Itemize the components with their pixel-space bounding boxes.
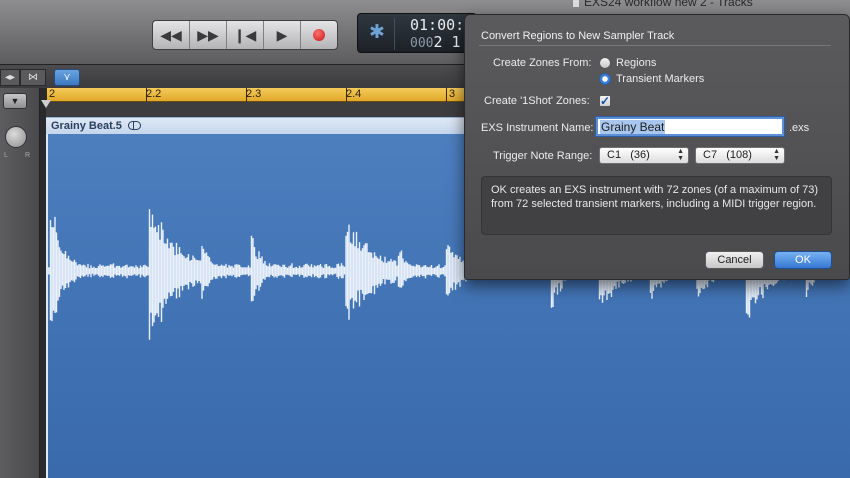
trigger-range-label: Trigger Note Range: [493,150,593,162]
ok-button[interactable]: OK [774,251,832,269]
transport-controls: ◀◀ ▶▶ ❙◀ ▶ [152,20,338,50]
radio-transient-markers[interactable] [599,73,611,85]
track-menu-button[interactable]: ▼ [3,93,27,109]
lcd-display[interactable]: ✱ 01:00:0 0002 1 [357,13,477,53]
flex-mode-button[interactable]: ⋎ [54,69,80,86]
ruler-label: 2.3 [246,88,262,100]
lcd-bars-value: 2 1 [433,33,461,51]
region-name-text: Grainy Beat.5 [51,120,122,132]
chevron-updown-icon: ▲ ▼ [773,148,780,162]
instrument-name-label: EXS Instrument Name: [481,122,594,134]
oneshot-label: Create '1Shot' Zones: [484,95,590,107]
info-text: OK creates an EXS instrument with 72 zon… [491,184,819,210]
create-zones-label: Create Zones From: [493,57,592,69]
fast-forward-icon: ▶▶ [197,26,219,43]
playhead-icon[interactable] [41,100,51,108]
trigger-high-value: C7 (108) [703,149,752,161]
lcd-bars-prefix: 000 [410,36,434,51]
dialog-divider [479,45,831,46]
pan-right-label: R [25,152,31,159]
instrument-extension: .exs [789,122,810,134]
go-to-start-button[interactable]: ❙◀ [227,21,264,49]
instrument-name-value: Grainy Beat [600,120,666,134]
info-box: OK creates an EXS instrument with 72 zon… [481,176,832,235]
document-icon [572,0,580,8]
flex-tool-button[interactable]: ⋈ [20,69,46,86]
cancel-button[interactable]: Cancel [705,251,764,269]
region-left-edge [46,134,48,478]
gear-icon[interactable]: ✱ [366,22,388,44]
ruler-label: 2.2 [146,88,162,100]
record-button[interactable] [301,21,337,49]
ruler-label: 2.4 [346,88,362,100]
radio-transient-markers-label[interactable]: Transient Markers [616,73,704,85]
trigger-high-popup[interactable]: C7 (108) ▲ ▼ [695,147,785,164]
catch-tool-button[interactable]: ◂▸ [0,69,20,86]
radio-regions[interactable] [599,57,611,69]
convert-regions-dialog: Convert Regions to New Sampler Track Cre… [464,14,850,280]
instrument-name-field[interactable]: Grainy Beat [596,117,784,136]
radio-regions-label[interactable]: Regions [616,57,656,69]
trigger-low-value: C1 (36) [607,149,650,161]
rewind-icon: ◀◀ [160,26,182,43]
region-name: Grainy Beat.5 [51,120,141,132]
play-button[interactable]: ▶ [264,21,301,49]
lcd-bars: 0002 1 [410,33,461,51]
window-title: EXS24 workflow new 2 - Tracks [572,0,753,9]
rewind-button[interactable]: ◀◀ [153,21,190,49]
record-icon [313,29,325,41]
lcd-divider [394,18,395,50]
go-to-start-icon: ❙◀ [233,26,257,43]
window-title-text: EXS24 workflow new 2 - Tracks [584,0,753,9]
pan-knob[interactable] [5,126,27,148]
track-header: ▼ L R [0,88,40,478]
chevron-updown-icon: ▲ ▼ [677,148,684,162]
ruler-label: 3 [449,88,456,100]
dialog-title: Convert Regions to New Sampler Track [481,30,675,42]
checkmark-icon: ✓ [600,94,611,108]
fast-forward-button[interactable]: ▶▶ [190,21,227,49]
loop-icon [127,121,141,130]
oneshot-checkbox[interactable]: ✓ [599,95,611,107]
play-icon: ▶ [276,26,288,43]
trigger-low-popup[interactable]: C1 (36) ▲ ▼ [599,147,689,164]
pan-left-label: L [4,152,8,159]
